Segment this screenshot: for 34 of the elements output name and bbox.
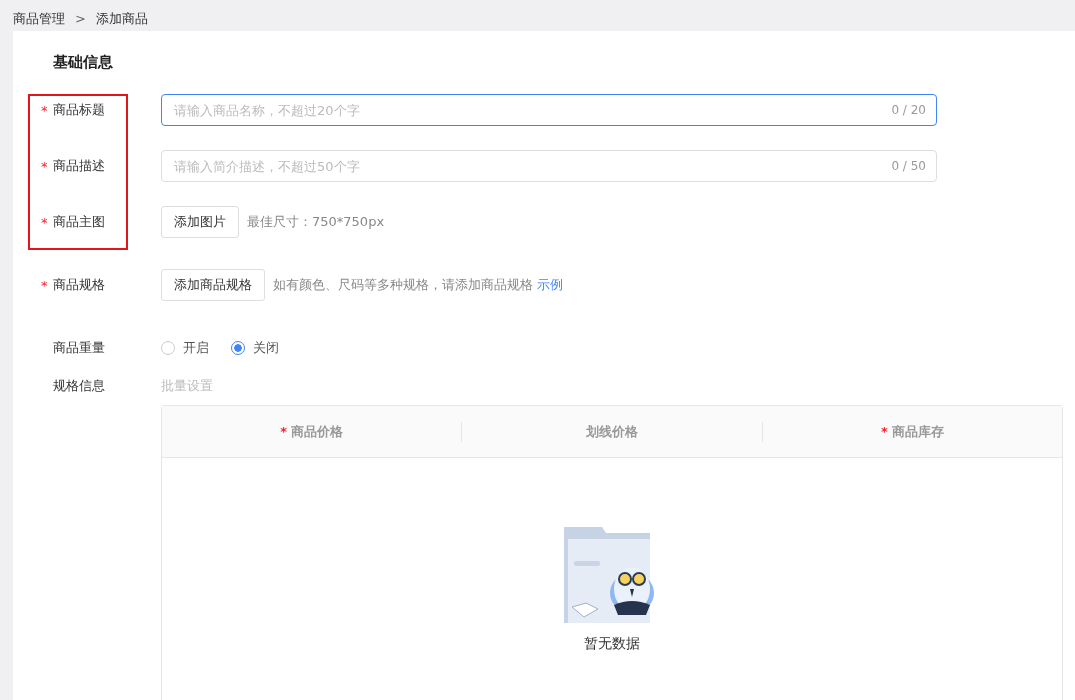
field-label: 商品规格 bbox=[53, 276, 105, 294]
character-counter: 0 / 50 bbox=[891, 159, 926, 173]
radio-label: 开启 bbox=[183, 339, 209, 357]
field-label: 商品标题 bbox=[53, 101, 105, 119]
radio-label: 关闭 bbox=[253, 339, 279, 357]
section-title: 基础信息 bbox=[53, 53, 114, 73]
radio-option[interactable]: 关闭 bbox=[231, 339, 279, 357]
column-title: 商品库存 bbox=[891, 422, 944, 441]
field-label: 商品主图 bbox=[53, 213, 105, 231]
add-button[interactable]: 添加商品规格 bbox=[161, 269, 265, 301]
radio-option[interactable]: 开启 bbox=[161, 339, 209, 357]
add-button[interactable]: 添加图片 bbox=[161, 206, 239, 238]
field-label: 规格信息 bbox=[53, 377, 105, 395]
breadcrumb-item: 添加商品 bbox=[95, 9, 148, 28]
required-mark: * bbox=[41, 214, 48, 230]
field-label: 商品重量 bbox=[53, 339, 105, 357]
field-label: 商品描述 bbox=[53, 157, 105, 175]
hint-text: 如有颜色、尺码等多种规格，请添加商品规格 bbox=[273, 276, 533, 294]
character-counter: 0 / 20 bbox=[891, 103, 926, 117]
required-mark: * bbox=[41, 102, 48, 118]
text-input-field[interactable]: 请输入商品名称，不超过20个字 bbox=[172, 101, 892, 119]
example-link[interactable]: 示例 bbox=[537, 276, 563, 294]
column-title: 商品价格 bbox=[291, 422, 344, 441]
column-title: 划线价格 bbox=[586, 422, 638, 441]
empty-state-text: 暂无数据 bbox=[584, 635, 640, 653]
radio-icon[interactable] bbox=[231, 341, 245, 355]
hint-text: 最佳尺寸：750*750px bbox=[247, 213, 385, 231]
text-input-field[interactable]: 请输入简介描述，不超过50个字 bbox=[172, 157, 892, 175]
breadcrumb-item[interactable]: 商品管理 bbox=[13, 9, 65, 28]
breadcrumb-separator: > bbox=[75, 11, 86, 26]
required-mark: * bbox=[280, 424, 288, 439]
required-mark: * bbox=[880, 424, 888, 439]
required-mark: * bbox=[41, 158, 48, 174]
required-mark: * bbox=[41, 277, 48, 293]
